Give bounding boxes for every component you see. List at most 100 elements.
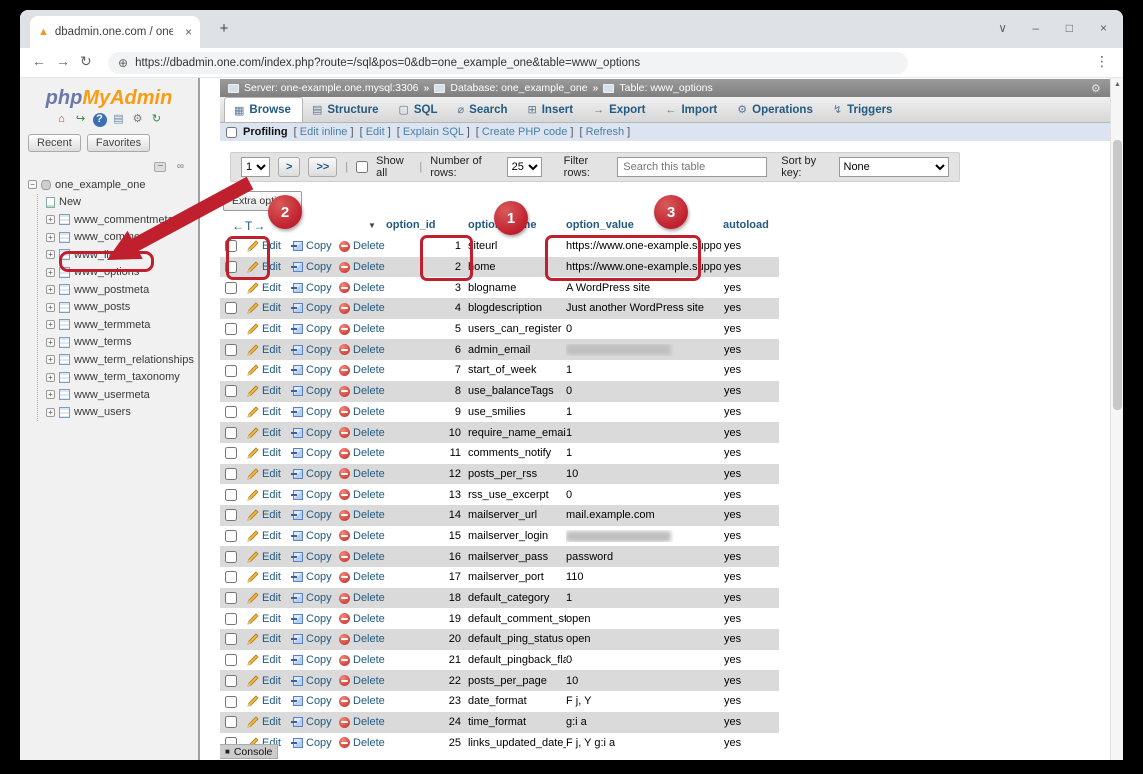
edit-link[interactable]: Edit bbox=[242, 282, 288, 294]
tree-expand-icon[interactable]: + bbox=[46, 355, 55, 364]
copy-link[interactable]: Copy bbox=[288, 447, 334, 459]
table-link[interactable]: www_users bbox=[74, 406, 131, 418]
table-link[interactable]: www_term_taxonomy bbox=[74, 371, 180, 383]
copy-link[interactable]: Copy bbox=[288, 592, 334, 604]
address-bar[interactable]: ⊕ https://dbadmin.one.com/index.php?rout… bbox=[108, 52, 908, 74]
copy-link[interactable]: Copy bbox=[288, 261, 334, 273]
row-checkbox[interactable] bbox=[225, 633, 237, 645]
last-page-button[interactable]: >> bbox=[308, 157, 337, 177]
sidebar-item-www_posts[interactable]: + www_posts bbox=[46, 299, 198, 317]
tree-expand-icon[interactable]: + bbox=[46, 215, 55, 224]
sidebar-item-new[interactable]: New bbox=[46, 194, 198, 212]
row-checkbox[interactable] bbox=[225, 344, 237, 356]
delete-link[interactable]: Delete bbox=[334, 447, 392, 459]
copy-link[interactable]: Copy bbox=[288, 406, 334, 418]
delete-link[interactable]: Delete bbox=[334, 240, 392, 252]
delete-link[interactable]: Delete bbox=[334, 613, 392, 625]
copy-link[interactable]: Copy bbox=[288, 613, 334, 625]
row-checkbox[interactable] bbox=[225, 406, 237, 418]
page-select[interactable]: 1 bbox=[241, 157, 270, 177]
copy-link[interactable]: Copy bbox=[288, 468, 334, 480]
edit-link[interactable]: Edit bbox=[242, 675, 288, 687]
console-bar[interactable]: ■ Console bbox=[220, 744, 278, 759]
maximize-button[interactable]: □ bbox=[1066, 21, 1073, 35]
tab-search[interactable]: ⌀ Search bbox=[449, 97, 519, 122]
sidebar-item-www_termmeta[interactable]: + www_termmeta bbox=[46, 316, 198, 334]
settings-icon[interactable]: ⚙ bbox=[131, 113, 145, 127]
sidebar-item-www_term_relationships[interactable]: + www_term_relationships bbox=[46, 351, 198, 369]
copy-link[interactable]: Copy bbox=[288, 364, 334, 376]
delete-link[interactable]: Delete bbox=[334, 592, 392, 604]
show-all-checkbox[interactable] bbox=[356, 161, 368, 173]
copy-link[interactable]: Copy bbox=[288, 489, 334, 501]
row-checkbox[interactable] bbox=[225, 654, 237, 666]
edit-link[interactable]: Edit bbox=[242, 613, 288, 625]
row-checkbox[interactable] bbox=[225, 571, 237, 583]
sort-desc-icon[interactable]: ▼ bbox=[368, 221, 376, 230]
delete-link[interactable]: Delete bbox=[334, 385, 392, 397]
table-link[interactable]: www_posts bbox=[74, 301, 130, 313]
delete-link[interactable]: Delete bbox=[334, 406, 392, 418]
tab-sql[interactable]: ▢ SQL bbox=[389, 97, 448, 122]
copy-link[interactable]: Copy bbox=[288, 737, 334, 749]
row-checkbox[interactable] bbox=[225, 323, 237, 335]
favorites-button[interactable]: Favorites bbox=[87, 134, 150, 152]
sidebar-item-database[interactable]: − one_example_one bbox=[28, 176, 198, 194]
sidebar-item-www_term_taxonomy[interactable]: + www_term_taxonomy bbox=[46, 369, 198, 387]
breadcrumb-database[interactable]: Database: one_example_one bbox=[450, 82, 587, 94]
delete-link[interactable]: Delete bbox=[334, 633, 392, 645]
tree-expand-icon[interactable]: + bbox=[46, 408, 55, 417]
table-link[interactable]: www_postmeta bbox=[74, 284, 149, 296]
row-checkbox[interactable] bbox=[225, 365, 237, 377]
edit-link[interactable]: Edit bbox=[242, 344, 288, 356]
delete-link[interactable]: Delete bbox=[334, 282, 392, 294]
page-scrollbar[interactable]: ▲ bbox=[1110, 78, 1123, 760]
table-link[interactable]: www_commentmeta bbox=[74, 214, 174, 226]
row-checkbox[interactable] bbox=[225, 716, 237, 728]
table-link[interactable]: www_terms bbox=[74, 336, 131, 348]
profiling-link-create-php-code[interactable]: Create PHP code bbox=[482, 126, 567, 138]
delete-link[interactable]: Delete bbox=[334, 530, 392, 542]
table-link[interactable]: www_termmeta bbox=[74, 319, 150, 331]
header-option-id[interactable]: option_id bbox=[386, 219, 436, 231]
edit-link[interactable]: Edit bbox=[242, 406, 288, 418]
tree-expand-icon[interactable]: + bbox=[46, 250, 55, 259]
new-tab-button[interactable]: + bbox=[212, 20, 236, 37]
tab-import[interactable]: ← Import bbox=[656, 97, 728, 122]
row-checkbox[interactable] bbox=[225, 447, 237, 459]
row-checkbox[interactable] bbox=[225, 282, 237, 294]
forward-icon[interactable]: → bbox=[56, 53, 70, 69]
new-label[interactable]: New bbox=[59, 196, 81, 208]
sidebar-item-www_terms[interactable]: + www_terms bbox=[46, 334, 198, 352]
tab-close-icon[interactable]: × bbox=[185, 25, 192, 39]
delete-link[interactable]: Delete bbox=[334, 716, 392, 728]
docs-icon[interactable]: ▤ bbox=[112, 113, 126, 127]
delete-link[interactable]: Delete bbox=[334, 344, 392, 356]
database-name[interactable]: one_example_one bbox=[55, 179, 146, 191]
copy-link[interactable]: Copy bbox=[288, 344, 334, 356]
tree-expand-icon[interactable]: + bbox=[46, 373, 55, 382]
number-of-rows-select[interactable]: 25 bbox=[507, 157, 542, 177]
recent-button[interactable]: Recent bbox=[28, 134, 81, 152]
copy-link[interactable]: Copy bbox=[288, 571, 334, 583]
sort-by-key-select[interactable]: None bbox=[839, 157, 950, 177]
delete-link[interactable]: Delete bbox=[334, 427, 392, 439]
link-icon[interactable]: ∞ bbox=[177, 161, 184, 172]
refresh-icon[interactable]: ↻ bbox=[150, 113, 164, 127]
row-checkbox[interactable] bbox=[225, 592, 237, 604]
profiling-link-edit-inline[interactable]: Edit inline bbox=[300, 126, 348, 138]
tree-expand-icon[interactable]: + bbox=[46, 390, 55, 399]
delete-link[interactable]: Delete bbox=[334, 675, 392, 687]
header-option-value[interactable]: option_value bbox=[566, 219, 634, 231]
home-icon[interactable]: ⌂ bbox=[55, 113, 69, 127]
copy-link[interactable]: Copy bbox=[288, 551, 334, 563]
table-link[interactable]: www_usermeta bbox=[74, 389, 150, 401]
edit-link[interactable]: Edit bbox=[242, 633, 288, 645]
row-checkbox[interactable] bbox=[225, 302, 237, 314]
edit-link[interactable]: Edit bbox=[242, 716, 288, 728]
copy-link[interactable]: Copy bbox=[288, 695, 334, 707]
delete-link[interactable]: Delete bbox=[334, 468, 392, 480]
reload-icon[interactable]: ↻ bbox=[80, 53, 92, 70]
edit-link[interactable]: Edit bbox=[242, 323, 288, 335]
copy-link[interactable]: Copy bbox=[288, 302, 334, 314]
